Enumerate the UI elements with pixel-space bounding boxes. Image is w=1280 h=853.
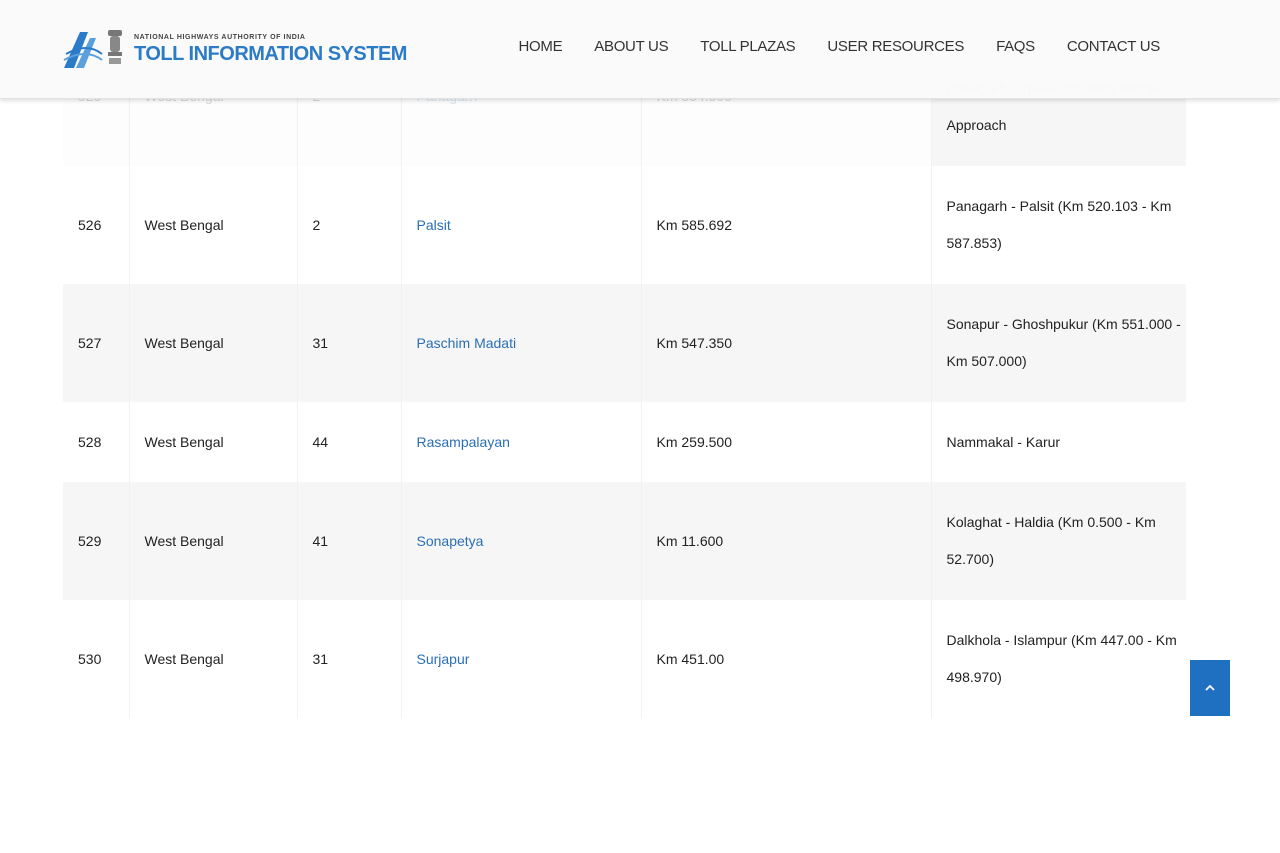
plaza-name-cell: Rasampalayan xyxy=(401,402,642,482)
nav-contact-us[interactable]: CONTACT US xyxy=(1067,38,1160,55)
nhai-emblem-icon xyxy=(63,30,122,68)
plaza-link[interactable]: Paschim Madati xyxy=(417,335,517,351)
section-cell: Kolaghat - Haldia (Km 0.500 - Km 52.700) xyxy=(931,482,1186,600)
section-line: Dalkhola - Islampur (Km 447.00 - Km xyxy=(946,632,1177,648)
site-header: NATIONAL HIGHWAYS AUTHORITY OF INDIA TOL… xyxy=(0,0,1280,99)
nav-user-resources[interactable]: USER RESOURCES xyxy=(827,38,964,55)
toll-plaza-table: 525 West Bengal 2 Panagarh Km 554.500 Pa… xyxy=(63,26,1186,718)
table-row: 526 West Bengal 2 Palsit Km 585.692 Pana… xyxy=(63,166,1186,284)
section-line: 498.970) xyxy=(946,669,1002,685)
logo-title: TOLL INFORMATION SYSTEM xyxy=(134,43,407,65)
table-row: 528 West Bengal 44 Rasampalayan Km 259.5… xyxy=(63,402,1186,482)
location-cell: Km 259.500 xyxy=(641,402,932,482)
logo-text: NATIONAL HIGHWAYS AUTHORITY OF INDIA TOL… xyxy=(134,33,407,65)
location-cell: Km 11.600 xyxy=(641,482,932,600)
plaza-name-cell: Palsit xyxy=(401,166,642,284)
nh-number-cell: 31 xyxy=(297,284,402,402)
logo-subtitle: NATIONAL HIGHWAYS AUTHORITY OF INDIA xyxy=(134,34,306,41)
page: 525 West Bengal 2 Panagarh Km 554.500 Pa… xyxy=(0,0,1280,853)
section-line: Km 507.000) xyxy=(946,353,1027,369)
serial-number: 529 xyxy=(63,482,130,600)
section-line: Sonapur - Ghoshpukur (Km 551.000 - xyxy=(946,316,1181,332)
location-cell: Km 585.692 xyxy=(641,166,932,284)
main-nav: HOME ABOUT US TOLL PLAZAS USER RESOURCES… xyxy=(486,38,1160,55)
section-cell: Nammakal - Karur xyxy=(931,402,1186,482)
location-cell: Km 547.350 xyxy=(641,284,932,402)
table-row: 530 West Bengal 31 Surjapur Km 451.00 Da… xyxy=(63,600,1186,718)
serial-number: 527 xyxy=(63,284,130,402)
nav-faqs[interactable]: FAQS xyxy=(996,38,1035,55)
plaza-name-cell: Sonapetya xyxy=(401,482,642,600)
plaza-name-cell: Paschim Madati xyxy=(401,284,642,402)
state-cell: West Bengal xyxy=(129,402,298,482)
nh-number-cell: 2 xyxy=(297,166,402,284)
chevron-up-icon xyxy=(1205,684,1215,691)
plaza-link[interactable]: Sonapetya xyxy=(417,533,484,549)
state-cell: West Bengal xyxy=(129,166,298,284)
back-to-top-button[interactable] xyxy=(1190,660,1230,716)
nh-number-cell: 44 xyxy=(297,402,402,482)
serial-number: 528 xyxy=(63,402,130,482)
section-line: Nammakal - Karur xyxy=(946,433,1061,450)
toll-plaza-table-container: 525 West Bengal 2 Panagarh Km 554.500 Pa… xyxy=(63,26,1186,718)
plaza-link[interactable]: Palsit xyxy=(417,217,451,233)
section-cell: Sonapur - Ghoshpukur (Km 551.000 - Km 50… xyxy=(931,284,1186,402)
serial-number: 530 xyxy=(63,600,130,718)
nh-number-cell: 41 xyxy=(297,482,402,600)
plaza-link[interactable]: Rasampalayan xyxy=(417,434,510,450)
nav-home[interactable]: HOME xyxy=(518,38,562,55)
nav-toll-plazas[interactable]: TOLL PLAZAS xyxy=(700,38,795,55)
location-cell: Km 451.00 xyxy=(641,600,932,718)
plaza-link[interactable]: Surjapur xyxy=(417,651,470,667)
state-cell: West Bengal xyxy=(129,284,298,402)
section-line: Kolaghat - Haldia (Km 0.500 - Km xyxy=(946,514,1156,530)
site-logo[interactable]: NATIONAL HIGHWAYS AUTHORITY OF INDIA TOL… xyxy=(62,24,407,74)
nh-number-cell: 31 xyxy=(297,600,402,718)
state-cell: West Bengal xyxy=(129,482,298,600)
plaza-name-cell: Surjapur xyxy=(401,600,642,718)
section-line: Approach xyxy=(946,117,1007,133)
section-line: 52.700) xyxy=(946,551,994,567)
section-line: 587.853) xyxy=(946,235,1002,251)
section-line: Panagarh - Palsit (Km 520.103 - Km xyxy=(946,198,1172,214)
state-cell: West Bengal xyxy=(129,600,298,718)
table-row: 527 West Bengal 31 Paschim Madati Km 547… xyxy=(63,284,1186,402)
section-cell: Panagarh - Palsit (Km 520.103 - Km 587.8… xyxy=(931,166,1186,284)
serial-number: 526 xyxy=(63,166,130,284)
section-cell: Dalkhola - Islampur (Km 447.00 - Km 498.… xyxy=(931,600,1186,718)
nav-about-us[interactable]: ABOUT US xyxy=(594,38,668,55)
table-row: 529 West Bengal 41 Sonapetya Km 11.600 K… xyxy=(63,482,1186,600)
